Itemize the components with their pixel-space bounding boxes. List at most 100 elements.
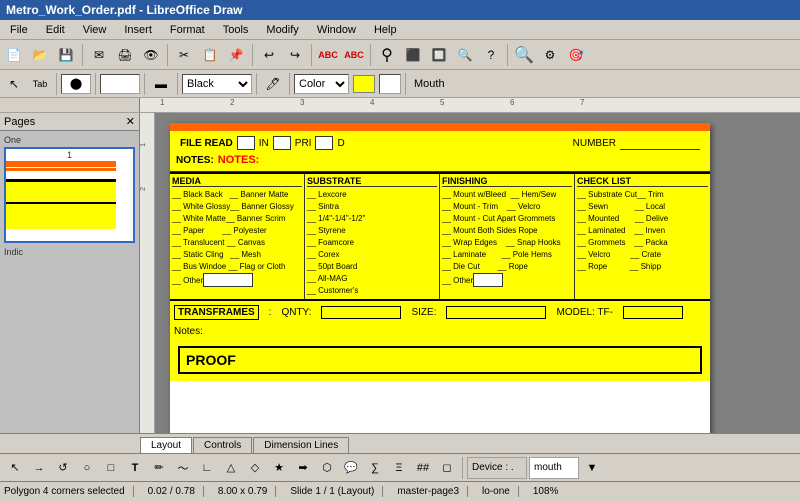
fill-color-swatch[interactable] [353,75,375,93]
square-tool[interactable]: ◻ [436,457,458,479]
line-style-button[interactable]: ▬ [149,72,173,96]
tab-dimension-lines[interactable]: Dimension Lines [253,437,349,453]
cut-button[interactable]: ✂ [172,43,196,67]
media-list: __ Black Back __ Banner Matte __ White G… [172,189,302,287]
new-button[interactable]: 📄 [2,43,26,67]
tb2-sep-6 [289,73,290,95]
mouth-field[interactable]: mouth [529,457,579,479]
diamond-tool[interactable]: ◇ [244,457,266,479]
slide-info: Slide 1 / 1 (Layout) [290,486,383,497]
title-bar: Metro_Work_Order.pdf - LibreOffice Draw [0,0,800,20]
fill-color-input[interactable] [379,74,401,94]
spellcheck1-button[interactable]: ABC [316,43,340,67]
xi-tool[interactable]: Ξ [388,457,410,479]
snap-button[interactable]: 🔲 [427,43,451,67]
qnty-label: QNTY: [281,307,311,318]
open-button[interactable]: 📂 [28,43,52,67]
in-box[interactable] [273,136,291,150]
media-col: MEDIA __ Black Back __ Banner Matte __ W… [170,174,305,299]
star-tool[interactable]: ★ [268,457,290,479]
connector-tool[interactable]: ∟ [196,457,218,479]
line-tool[interactable]: → [28,457,50,479]
menu-window[interactable]: Window [311,22,362,38]
tb2-sep-4 [177,73,178,95]
menu-insert[interactable]: Insert [118,22,158,38]
ruler-corner [0,98,140,112]
redo-button[interactable]: ↪ [283,43,307,67]
hash-tool[interactable]: ## [412,457,434,479]
fill-select[interactable]: Color [294,74,349,94]
special2-button[interactable]: 🎯 [564,43,588,67]
flowchart-tool[interactable]: ⬡ [316,457,338,479]
size-field[interactable] [446,306,546,319]
toolbar-sep-3 [252,44,253,66]
menu-tools[interactable]: Tools [217,22,255,38]
zoom-input[interactable] [61,74,91,94]
qnty-field[interactable] [321,306,401,319]
page-thumb-inner-1 [6,161,116,241]
zoom-out-button[interactable]: 🔍 [512,43,536,67]
tb2-sep-1 [56,73,57,95]
hyperlink-button[interactable]: ⚲ [375,43,399,67]
triangle-tool[interactable]: △ [220,457,242,479]
rotate-tool[interactable]: ↺ [52,457,74,479]
menu-file[interactable]: File [4,22,34,38]
line-color-select[interactable]: Black [182,74,252,94]
dropdown-button[interactable]: ▼ [581,457,603,479]
tab-controls[interactable]: Controls [193,437,252,453]
find-button[interactable]: 🔍 [453,43,477,67]
model-field[interactable] [623,306,683,319]
paste-button[interactable]: 📌 [224,43,248,67]
number-field[interactable] [620,136,700,150]
sigma-tool[interactable]: ∑ [364,457,386,479]
finishing-list: __ Mount w/Bleed __ Hem/Sew __ Mount - T… [442,189,572,287]
number-label: NUMBER [573,138,616,149]
in-label: IN [259,138,269,149]
spellcheck2-button[interactable]: ABC [342,43,366,67]
line-width-input[interactable]: 0.01" [100,74,140,94]
ellipse-tool[interactable]: ○ [76,457,98,479]
file-read-box[interactable] [237,136,255,150]
vertical-ruler: 1 2 [140,113,155,433]
tab-button[interactable]: Tab [28,72,52,96]
zoom-display: 108% [533,486,559,497]
print-button[interactable]: 🖨 [113,43,137,67]
mode-display: lo-one [482,486,519,497]
rect-tool[interactable]: □ [100,457,122,479]
curve-tool[interactable]: ✏ [148,457,170,479]
notes-label: NOTES: [176,155,214,166]
arrow-shapes-tool[interactable]: ➡ [292,457,314,479]
menu-view[interactable]: View [77,22,113,38]
undo-button[interactable]: ↩ [257,43,281,67]
arrow-button[interactable]: ↖ [2,72,26,96]
text-tool[interactable]: T [124,457,146,479]
freehand-tool[interactable]: 〜 [172,457,194,479]
save-button[interactable]: 💾 [54,43,78,67]
app-title: Metro_Work_Order.pdf - LibreOffice Draw [6,3,243,17]
canvas-area[interactable]: 1 2 FILE READ IN PRI D NUMBER [140,113,800,433]
menu-modify[interactable]: Modify [260,22,304,38]
help-btn[interactable]: ? [479,43,503,67]
select-tool[interactable]: ↖ [4,457,26,479]
pages-list: One 1 Indic [0,131,139,433]
model-label: MODEL: TF- [556,307,612,318]
special1-button[interactable]: ⚙ [538,43,562,67]
page-thumbnail-1[interactable]: 1 [4,147,135,243]
drawing-toolbar: ↖ → ↺ ○ □ T ✏ 〜 ∟ △ ◇ ★ ➡ ⬡ 💬 ∑ Ξ ## ◻ D… [0,453,800,481]
menu-edit[interactable]: Edit [40,22,71,38]
eyedropper-button[interactable]: 🖊 [261,72,285,96]
transframes-row: TRANSFRAMES : QNTY: SIZE: MODEL: TF- [170,299,710,324]
main-toolbar: 📄 📂 💾 ✉ 🖨 👁 ✂ 📋 📌 ↩ ↪ ABC ABC ⚲ ⬛ 🔲 🔍 ? … [0,40,800,70]
pages-close-icon[interactable]: ✕ [126,115,135,128]
callout-tool[interactable]: 💬 [340,457,362,479]
preview-button[interactable]: 👁 [139,43,163,67]
pages-panel: Pages ✕ One 1 Indic [0,113,140,433]
copy-button[interactable]: 📋 [198,43,222,67]
menu-format[interactable]: Format [164,22,211,38]
tab-layout[interactable]: Layout [140,437,192,453]
gradient-button[interactable]: ⬛ [401,43,425,67]
menu-help[interactable]: Help [368,22,403,38]
page-number-1: 1 [6,149,133,161]
email-button[interactable]: ✉ [87,43,111,67]
pri-box[interactable] [315,136,333,150]
